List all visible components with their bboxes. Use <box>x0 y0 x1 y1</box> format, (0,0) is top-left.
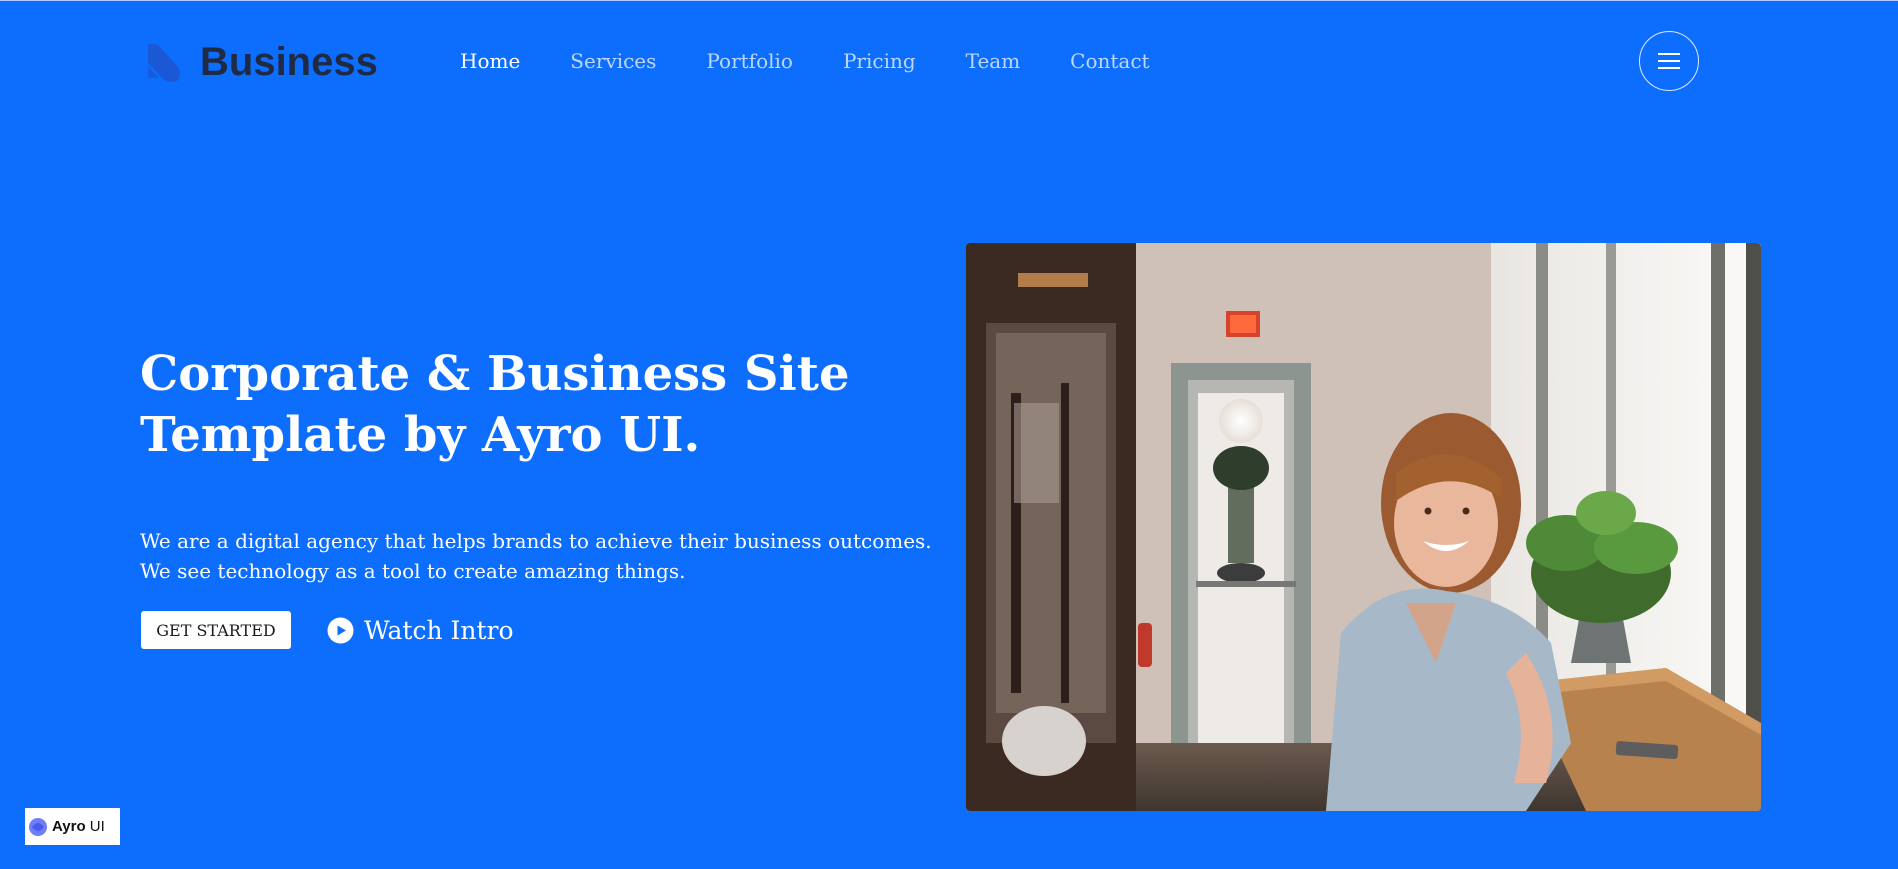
hamburger-icon <box>1658 53 1680 69</box>
main-nav: Home Services Portfolio Pricing Team Con… <box>460 49 1200 73</box>
get-started-button[interactable]: GET STARTED <box>141 611 291 649</box>
nav-item-home[interactable]: Home <box>460 49 520 73</box>
hero-desc-line-2: We see technology as a tool to create am… <box>140 559 686 583</box>
play-icon <box>327 617 354 643</box>
hero-description: We are a digital agency that helps brand… <box>140 526 940 586</box>
nav-item-portfolio[interactable]: Portfolio <box>706 49 793 73</box>
hero-photo <box>966 243 1761 811</box>
watch-intro-label: Watch Intro <box>364 615 514 645</box>
nav-item-contact[interactable]: Contact <box>1070 49 1149 73</box>
watch-intro-button[interactable]: Watch Intro <box>327 613 514 647</box>
hero-title: Corporate & Business Site Template by Ay… <box>140 344 920 466</box>
badge-label: Ayro UI <box>52 818 105 835</box>
menu-button[interactable] <box>1639 31 1699 91</box>
nav-item-pricing[interactable]: Pricing <box>843 49 916 73</box>
hero-title-line-1: Corporate & Business Site <box>140 346 850 402</box>
ayro-logo-icon <box>29 817 47 836</box>
hero-desc-line-1: We are a digital agency that helps brand… <box>140 529 932 553</box>
brand-name: Business <box>200 40 378 84</box>
hero-title-line-2: Template by Ayro UI. <box>140 407 701 463</box>
nav-item-services[interactable]: Services <box>570 49 656 73</box>
brand-logo[interactable]: Business <box>144 40 378 85</box>
ayro-ui-badge[interactable]: Ayro UI <box>25 808 120 845</box>
logo-mark-icon <box>144 42 186 84</box>
top-border <box>0 0 1898 1</box>
nav-item-team[interactable]: Team <box>966 49 1021 73</box>
